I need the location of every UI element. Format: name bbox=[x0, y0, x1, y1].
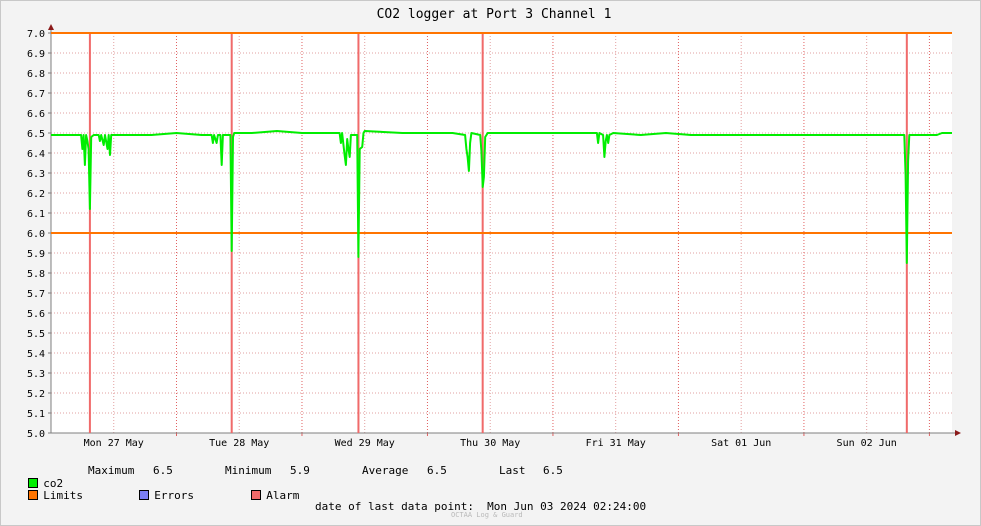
y-tick-label: 6.5 bbox=[27, 129, 45, 140]
legend-alarm: Alarm bbox=[238, 476, 299, 502]
average-label: Average bbox=[362, 464, 409, 477]
y-tick-label: 6.0 bbox=[27, 229, 45, 240]
y-tick-label: 6.6 bbox=[27, 109, 45, 120]
y-tick-label: 5.0 bbox=[27, 429, 45, 440]
x-tick-label: Tue 28 May bbox=[209, 438, 269, 449]
last-value: 6.5 bbox=[543, 464, 563, 477]
y-tick-label: 6.1 bbox=[27, 209, 45, 220]
chart-title: CO2 logger at Port 3 Channel 1 bbox=[377, 7, 612, 22]
legend-errors: Errors bbox=[126, 476, 194, 502]
errors-swatch bbox=[139, 490, 150, 500]
y-tick-label: 5.7 bbox=[27, 289, 45, 300]
y-tick-label: 6.9 bbox=[27, 49, 45, 60]
x-tick-label: Mon 27 May bbox=[84, 438, 144, 449]
errors-label: Errors bbox=[154, 489, 194, 502]
y-tick-label: 5.6 bbox=[27, 309, 45, 320]
y-tick-label: 6.7 bbox=[27, 89, 45, 100]
watermark: OCTAA Log & Guard bbox=[451, 511, 523, 519]
x-tick-label: Sun 02 Jun bbox=[837, 438, 897, 449]
x-axis-arrow bbox=[955, 430, 961, 436]
y-tick-label: 5.8 bbox=[27, 269, 45, 280]
average-value: 6.5 bbox=[427, 464, 447, 477]
y-tick-label: 6.4 bbox=[27, 149, 45, 160]
y-tick-label: 5.2 bbox=[27, 389, 45, 400]
alarm-label: Alarm bbox=[266, 489, 300, 502]
y-tick-label: 5.4 bbox=[27, 349, 45, 360]
y-tick-label: 7.0 bbox=[27, 29, 45, 40]
y-tick-label: 5.5 bbox=[27, 329, 45, 340]
y-axis-arrow bbox=[48, 24, 54, 30]
x-tick-label: Sat 01 Jun bbox=[711, 438, 771, 449]
limits-swatch bbox=[28, 490, 39, 500]
x-tick-label: Thu 30 May bbox=[460, 438, 520, 449]
x-tick-label: Fri 31 May bbox=[586, 438, 646, 449]
y-tick-label: 6.8 bbox=[27, 69, 45, 80]
y-tick-label: 6.2 bbox=[27, 189, 45, 200]
y-tick-label: 6.3 bbox=[27, 169, 45, 180]
x-tick-label: Wed 29 May bbox=[335, 438, 395, 449]
last-label: Last bbox=[499, 464, 526, 477]
y-tick-label: 5.9 bbox=[27, 249, 45, 260]
limits-label: Limits bbox=[43, 489, 83, 502]
alarm-swatch bbox=[251, 490, 262, 500]
chart-area: CO2 logger at Port 3 Channel 1 5.0 5.1 5.2… bbox=[27, 7, 961, 449]
legend-limits: Limits bbox=[15, 476, 83, 502]
y-tick-label: 5.3 bbox=[27, 369, 45, 380]
y-tick-label: 5.1 bbox=[27, 409, 45, 420]
